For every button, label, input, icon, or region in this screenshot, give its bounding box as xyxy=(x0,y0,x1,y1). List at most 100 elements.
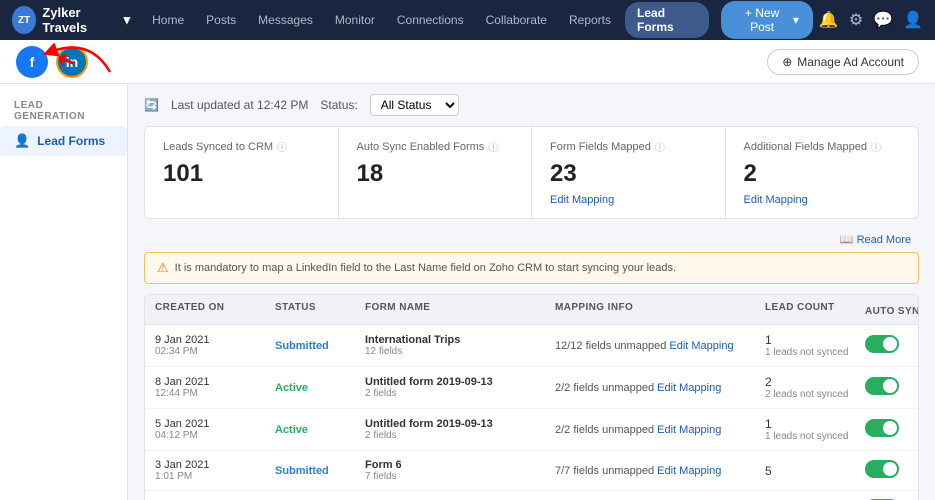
status-bar: 🔄 Last updated at 12:42 PM Status: All S… xyxy=(144,94,919,116)
sidebar-item-lead-forms-label: Lead Forms xyxy=(37,134,105,148)
lead-count-cell: 5 xyxy=(765,464,865,478)
status-cell: Submitted xyxy=(275,465,365,477)
date-cell: 8 Jan 2021 12:44 PM xyxy=(155,376,275,399)
last-updated-text: Last updated at 12:42 PM xyxy=(171,98,308,112)
form-name-cell: Untitled form 2019-09-13 2 fields xyxy=(365,376,555,399)
notification-icon[interactable]: 🔔 xyxy=(819,10,839,30)
toggle-cell xyxy=(865,460,919,481)
brand-dropdown-icon[interactable]: ▾ xyxy=(124,12,131,28)
read-more-link[interactable]: 📖 Read More xyxy=(144,229,919,252)
col-mapping-info: MAPPING INFO xyxy=(555,302,765,317)
stat-auto-sync-value: 18 xyxy=(357,160,514,188)
new-post-label: + New Post xyxy=(735,6,789,34)
nav-avatar[interactable]: 👤 xyxy=(903,10,923,30)
lead-forms-icon: 👤 xyxy=(14,133,30,149)
manage-ad-account-button[interactable]: ⊕ Manage Ad Account xyxy=(767,49,919,75)
form-name-cell: International Trips 12 fields xyxy=(365,334,555,357)
col-created-on: CREATED ON xyxy=(155,302,275,317)
edit-mapping-link-1[interactable]: Edit Mapping xyxy=(550,194,614,206)
nav-icons: 🔔 ⚙ 💬 👤 xyxy=(819,10,923,30)
nav-brand[interactable]: ZT Zylker Travels ▾ xyxy=(12,5,130,35)
table-row: 5 Jan 2021 04:12 PM Active Untitled form… xyxy=(145,409,918,451)
stat-auto-sync: Auto Sync Enabled Forms ⓘ 18 xyxy=(339,127,533,218)
edit-mapping-link[interactable]: Edit Mapping xyxy=(669,340,733,352)
edit-mapping-link[interactable]: Edit Mapping xyxy=(657,465,721,477)
col-status: STATUS xyxy=(275,302,365,317)
nav-connections[interactable]: Connections xyxy=(389,9,472,31)
lead-count-cell: 1 1 leads not synced xyxy=(765,333,865,358)
stat-additional-fields-value: 2 xyxy=(744,160,901,188)
edit-mapping-link[interactable]: Edit Mapping xyxy=(657,424,721,436)
warning-text: It is mandatory to map a LinkedIn field … xyxy=(175,262,676,274)
stats-row: Leads Synced to CRM ⓘ 101 Auto Sync Enab… xyxy=(144,126,919,219)
table-header: CREATED ON STATUS FORM NAME MAPPING INFO… xyxy=(145,295,918,325)
help-icon-autosync[interactable]: ⓘ xyxy=(488,139,498,154)
mapping-info-cell: 2/2 fields unmapped Edit Mapping xyxy=(555,382,765,394)
chat-icon[interactable]: 💬 xyxy=(873,10,893,30)
manage-ad-label: Manage Ad Account xyxy=(797,55,904,69)
mapping-info-cell: 2/2 fields unmapped Edit Mapping xyxy=(555,424,765,436)
mapping-info-cell: 7/7 fields unmapped Edit Mapping xyxy=(555,465,765,477)
date-cell: 5 Jan 2021 04:12 PM xyxy=(155,418,275,441)
nav-collaborate[interactable]: Collaborate xyxy=(478,9,555,31)
stat-leads-synced: Leads Synced to CRM ⓘ 101 xyxy=(145,127,339,218)
auto-sync-toggle[interactable] xyxy=(865,377,899,395)
lead-count-cell: 1 1 leads not synced xyxy=(765,417,865,442)
edit-mapping-link[interactable]: Edit Mapping xyxy=(657,382,721,394)
table-row: 9 Jan 2021 02:34 PM Submitted Internatio… xyxy=(145,325,918,367)
social-bar: f in ➜ ⊕ Manage Ad Account xyxy=(0,40,935,84)
nav-home[interactable]: Home xyxy=(144,9,192,31)
date-cell: 3 Jan 2021 1:01 PM xyxy=(155,459,275,482)
help-icon-formfields[interactable]: ⓘ xyxy=(655,139,665,154)
col-lead-count: LEAD COUNT xyxy=(765,302,865,317)
table-row: 8 Jan 2021 12:44 PM Active Untitled form… xyxy=(145,367,918,409)
nav-messages[interactable]: Messages xyxy=(250,9,321,31)
table-row: 2 Jan 2021 Submitted Form 5 7/7 fields u… xyxy=(145,491,918,500)
stat-leads-synced-value: 101 xyxy=(163,160,320,188)
content-area: LEAD GENERATION 👤 Lead Forms 🔄 Last upda… xyxy=(0,84,935,500)
stat-leads-synced-label: Leads Synced to CRM ⓘ xyxy=(163,139,320,154)
facebook-icon[interactable]: f xyxy=(16,46,48,78)
stat-auto-sync-label: Auto Sync Enabled Forms ⓘ xyxy=(357,139,514,154)
status-cell: Submitted xyxy=(275,340,365,352)
leads-table: CREATED ON STATUS FORM NAME MAPPING INFO… xyxy=(144,294,919,500)
settings-icon[interactable]: ⚙ xyxy=(849,10,863,30)
nav-lead-forms[interactable]: Lead Forms xyxy=(625,2,709,38)
toggle-cell xyxy=(865,419,919,440)
nav-monitor[interactable]: Monitor xyxy=(327,9,383,31)
mapping-info-cell: 12/12 fields unmapped Edit Mapping xyxy=(555,340,765,352)
help-icon-leads[interactable]: ⓘ xyxy=(277,139,287,154)
toggle-cell xyxy=(865,377,919,398)
brand-name: Zylker Travels xyxy=(42,5,117,35)
new-post-button[interactable]: + New Post ▾ xyxy=(721,1,813,39)
auto-sync-toggle[interactable] xyxy=(865,419,899,437)
warning-bar: ⚠ It is mandatory to map a LinkedIn fiel… xyxy=(144,252,919,284)
top-nav: ZT Zylker Travels ▾ Home Posts Messages … xyxy=(0,0,935,40)
sidebar: LEAD GENERATION 👤 Lead Forms xyxy=(0,84,128,500)
edit-mapping-link-2[interactable]: Edit Mapping xyxy=(744,194,808,206)
stat-form-fields: Form Fields Mapped ⓘ 23 Edit Mapping xyxy=(532,127,726,218)
main-panel: 🔄 Last updated at 12:42 PM Status: All S… xyxy=(128,84,935,500)
status-cell: Active xyxy=(275,424,365,436)
warning-icon: ⚠ xyxy=(157,260,169,276)
linkedin-icon[interactable]: in xyxy=(56,46,88,78)
new-post-dropdown-icon[interactable]: ▾ xyxy=(793,13,799,27)
auto-sync-toggle[interactable] xyxy=(865,460,899,478)
form-name-cell: Form 6 7 fields xyxy=(365,459,555,482)
form-name-cell: Untitled form 2019-09-13 2 fields xyxy=(365,418,555,441)
stat-form-fields-label: Form Fields Mapped ⓘ xyxy=(550,139,707,154)
toggle-cell xyxy=(865,335,919,356)
status-select[interactable]: All Status Active Submitted xyxy=(370,94,459,116)
col-form-name: FORM NAME xyxy=(365,302,555,317)
nav-reports[interactable]: Reports xyxy=(561,9,619,31)
help-icon-additional[interactable]: ⓘ xyxy=(871,139,881,154)
refresh-icon[interactable]: 🔄 xyxy=(144,98,159,112)
stat-additional-fields-label: Additional Fields Mapped ⓘ xyxy=(744,139,901,154)
lead-count-cell: 2 2 leads not synced xyxy=(765,375,865,400)
auto-sync-toggle[interactable] xyxy=(865,335,899,353)
sidebar-item-lead-forms[interactable]: 👤 Lead Forms xyxy=(0,126,127,156)
status-cell: Active xyxy=(275,382,365,394)
nav-posts[interactable]: Posts xyxy=(198,9,244,31)
manage-ad-icon: ⊕ xyxy=(782,55,792,69)
stat-additional-fields: Additional Fields Mapped ⓘ 2 Edit Mappin… xyxy=(726,127,919,218)
